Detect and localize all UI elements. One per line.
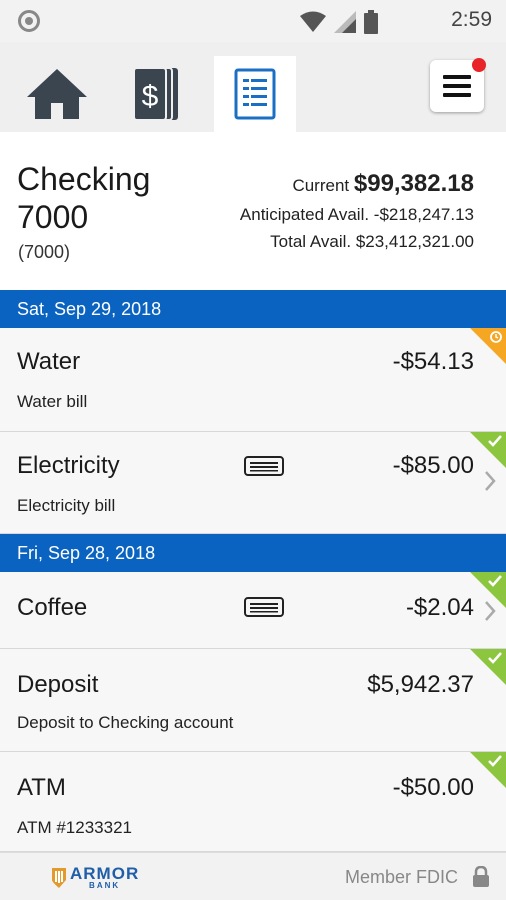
menu-button[interactable]	[430, 58, 486, 112]
transaction-row[interactable]: Deposit Deposit to Checking account $5,9…	[0, 649, 506, 752]
card-icon	[244, 456, 284, 476]
transaction-amount: -$54.13	[392, 348, 474, 375]
transaction-amount: -$85.00	[392, 452, 474, 479]
transaction-description: Deposit to Checking account	[17, 713, 234, 732]
notification-dot-icon	[18, 10, 40, 32]
card-icon	[244, 597, 284, 617]
transaction-description: ATM #1233321	[17, 818, 132, 837]
notification-badge	[472, 58, 486, 72]
checkmark-icon	[488, 575, 502, 587]
transaction-name: Water	[17, 348, 81, 375]
logo-subtext: BANK	[89, 881, 121, 890]
member-fdic-text: Member FDIC	[344, 867, 458, 887]
checkmark-icon	[488, 755, 502, 767]
transaction-amount: $5,942.37	[367, 671, 474, 698]
total-available: Total Avail. $23,412,321.00	[270, 232, 474, 251]
hamburger-icon	[443, 75, 471, 97]
tab-transactions[interactable]	[214, 56, 296, 132]
date-header: Fri, Sep 28, 2018	[0, 534, 506, 572]
transaction-row[interactable]: Electricity -$85.00 Electricity bill	[0, 432, 506, 534]
transaction-description: Water bill	[17, 392, 88, 411]
tab-accounts[interactable]: $	[116, 56, 198, 132]
transaction-amount: -$2.04	[405, 594, 474, 621]
transaction-name: Coffee	[17, 594, 88, 621]
account-number: (7000)	[18, 242, 71, 262]
clock: 2:59	[451, 8, 492, 31]
clock-icon	[490, 331, 502, 343]
transaction-description: Electricity bill	[17, 496, 116, 515]
bank-logo: ARMOR BANK	[52, 865, 139, 890]
account-summary: Checking 7000 (7000) Current $99,382.18 …	[0, 132, 506, 290]
anticipated-balance: Anticipated Avail. -$218,247.13	[239, 205, 474, 224]
account-name: Checking 7000	[17, 161, 151, 235]
document-list-icon	[234, 68, 276, 120]
date-header: Sat, Sep 29, 2018	[0, 290, 506, 328]
footer: ARMOR BANK Member FDIC	[0, 852, 506, 900]
current-balance-value: $99,382.18	[353, 170, 474, 197]
tab-bar: $	[0, 42, 506, 132]
wifi-icon	[300, 11, 326, 32]
transaction-name: Deposit	[17, 671, 99, 698]
transaction-row[interactable]: Water Water bill -$54.13	[0, 328, 506, 432]
lock-icon	[473, 866, 489, 887]
transaction-amount: -$50.00	[392, 774, 474, 801]
dollar-cards-icon: $	[133, 67, 178, 121]
signal-icon	[334, 11, 356, 33]
transaction-name: ATM	[17, 774, 66, 801]
current-balance-label: Current	[292, 176, 350, 195]
battery-icon	[364, 10, 378, 34]
checkmark-icon	[488, 652, 502, 664]
home-icon	[27, 69, 87, 119]
logo-text: ARMOR	[70, 864, 140, 883]
status-bar: 2:59	[0, 0, 506, 42]
tab-home[interactable]	[16, 56, 98, 132]
transaction-row[interactable]: ATM ATM #1233321 -$50.00	[0, 752, 506, 852]
svg-text:$: $	[142, 80, 159, 113]
current-balance: Current $99,382.18	[292, 170, 474, 198]
transaction-name: Electricity	[17, 452, 120, 479]
transaction-row[interactable]: Coffee -$2.04	[0, 572, 506, 649]
chevron-right-icon	[485, 471, 496, 491]
checkmark-icon	[488, 435, 502, 447]
shield-logo-icon	[52, 867, 66, 888]
status-icons	[300, 10, 378, 34]
